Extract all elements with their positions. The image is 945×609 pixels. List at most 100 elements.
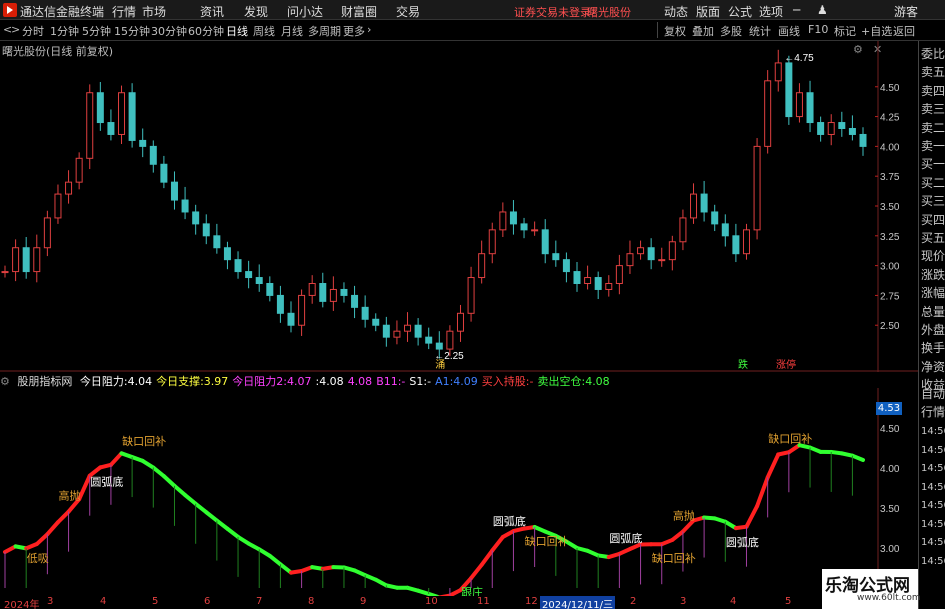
- settings-icon[interactable]: ⚙: [0, 375, 10, 388]
- candle-body: [531, 229, 539, 232]
- tab-period-1m[interactable]: 1分钟: [50, 23, 79, 39]
- btn-overlay[interactable]: 叠加: [692, 23, 714, 39]
- menu-dynamic[interactable]: 动态: [664, 3, 688, 20]
- candle-body: [562, 259, 570, 273]
- stock-name-link[interactable]: 曙光股份: [587, 4, 631, 20]
- sidebar-item[interactable]: 涨跌: [921, 266, 945, 283]
- sidebar-item[interactable]: 买一: [921, 155, 945, 172]
- menu-quotes[interactable]: 行情: [112, 3, 136, 20]
- sidebar-item[interactable]: 14:56: [921, 556, 945, 567]
- sidebar-item[interactable]: 净资: [921, 358, 945, 375]
- sidebar-item[interactable]: 14:56: [921, 500, 945, 511]
- sidebar-item[interactable]: 买二: [921, 174, 945, 191]
- candle-body: [213, 235, 221, 249]
- time-tick-label: 11: [477, 596, 490, 607]
- menu-formula[interactable]: 公式: [728, 3, 752, 20]
- sidebar-item[interactable]: 卖四: [921, 82, 945, 99]
- indicator-annotation: 圆弧底: [609, 531, 642, 545]
- indicator-annotation: 缺口回补: [525, 534, 569, 548]
- sidebar-item[interactable]: 换手: [921, 339, 945, 356]
- btn-mark[interactable]: 标记: [834, 23, 856, 39]
- tab-period-more[interactable]: 更多: [343, 23, 365, 39]
- btn-multi-stock[interactable]: 多股: [720, 23, 742, 39]
- indicator-header: ⚙ 股朋指标网 今日阻力:4.04 今日支撑:3.97 今日阻力2:4.07:4.0…: [0, 373, 918, 389]
- trend-line-segment: [278, 562, 293, 575]
- guest-label[interactable]: 游客: [894, 3, 918, 20]
- menu-layout[interactable]: 版面: [696, 3, 720, 20]
- sidebar-item[interactable]: 卖三: [921, 100, 945, 117]
- btn-adjust[interactable]: 复权: [664, 23, 686, 39]
- sidebar-item[interactable]: 买四: [921, 211, 945, 228]
- btn-f10[interactable]: F10: [808, 23, 828, 36]
- sidebar-item[interactable]: 涨幅: [921, 284, 945, 301]
- sidebar-item[interactable]: 自动: [921, 385, 945, 402]
- menu-wealth[interactable]: 财富圈: [341, 3, 377, 20]
- tab-period-day[interactable]: 日线: [226, 23, 248, 39]
- btn-add-watchlist[interactable]: +自选: [861, 23, 892, 39]
- candle-body: [626, 253, 634, 267]
- indicator-name[interactable]: 股朋指标网: [17, 375, 72, 388]
- tab-period-30m[interactable]: 30分钟: [151, 23, 187, 39]
- sidebar-item[interactable]: 现价: [921, 247, 945, 264]
- sidebar-item[interactable]: 14:56: [921, 463, 945, 474]
- next-arrow-icon[interactable]: >: [11, 23, 20, 36]
- indicator-annotation: 高抛: [59, 489, 81, 503]
- tab-period-60m[interactable]: 60分钟: [188, 23, 224, 39]
- trend-line-segment: [469, 562, 484, 581]
- tab-period-multi[interactable]: 多周期: [308, 23, 341, 39]
- menu-discover[interactable]: 发现: [244, 3, 268, 20]
- candle-body: [139, 139, 147, 147]
- sidebar-item[interactable]: 14:56: [921, 445, 945, 456]
- candlestick-chart[interactable]: 4.50 4.25 4.00 3.75 3.50 3.25 3.00 2.75 2.50 ←4.7…: [0, 41, 918, 372]
- tab-period-week[interactable]: 周线: [253, 23, 275, 39]
- sidebar-item[interactable]: 买三: [921, 192, 945, 209]
- tab-period-month[interactable]: 月线: [281, 23, 303, 39]
- sidebar-item[interactable]: 14:56: [921, 537, 945, 548]
- sidebar-item[interactable]: 行情: [921, 403, 945, 420]
- btn-back[interactable]: 返回: [893, 23, 915, 39]
- sidebar-item[interactable]: 外盘: [921, 321, 945, 338]
- time-tick-label: 4: [100, 596, 107, 607]
- sidebar-item[interactable]: 买五: [921, 229, 945, 246]
- minimize-icon[interactable]: ─: [793, 3, 800, 17]
- drop-marker: 跌: [738, 358, 748, 371]
- sidebar-item[interactable]: 14:56: [921, 482, 945, 493]
- btn-stats[interactable]: 统计: [749, 23, 771, 39]
- sidebar-item[interactable]: 卖二: [921, 119, 945, 136]
- trend-line-segment: [161, 474, 177, 488]
- candle-body: [584, 277, 592, 285]
- alert-icon[interactable]: ♟: [817, 3, 828, 17]
- trend-line-segment: [204, 510, 219, 523]
- candle-body: [552, 253, 560, 261]
- sidebar-item[interactable]: 卖一: [921, 137, 945, 154]
- quote-sidebar: 委比 卖五 卖四 卖三 卖二 卖一 买一 买二 买三 买四 买五 现价 涨跌 涨幅 总量 外盘 换手 净资 收益 自动…: [918, 41, 945, 609]
- tab-period-tick[interactable]: 分时: [22, 23, 44, 39]
- sidebar-item[interactable]: 14:56: [921, 426, 945, 437]
- menu-trade[interactable]: 交易: [396, 3, 420, 20]
- time-tick-label: 12: [525, 596, 538, 607]
- menu-market[interactable]: 市场: [142, 3, 166, 20]
- time-tick-label: 4: [730, 596, 737, 607]
- candle-body: [298, 294, 306, 326]
- menu-ask[interactable]: 问小达: [287, 3, 323, 20]
- menu-news[interactable]: 资讯: [200, 3, 224, 20]
- btn-draw[interactable]: 画线: [778, 23, 800, 39]
- more-chevron-icon[interactable]: ›: [367, 23, 371, 36]
- sidebar-item[interactable]: 14:56: [921, 519, 945, 530]
- tab-period-5m[interactable]: 5分钟: [82, 23, 111, 39]
- login-status[interactable]: 证券交易未登录: [514, 4, 591, 20]
- menu-options[interactable]: 选项: [759, 3, 783, 20]
- sidebar-item[interactable]: 总量: [921, 303, 945, 320]
- trend-line-segment: [214, 518, 230, 531]
- candle-body: [54, 193, 62, 219]
- indicator-annotation: 高抛: [673, 509, 695, 523]
- time-tick-label: 10: [425, 596, 438, 607]
- candle-body: [22, 247, 30, 273]
- trend-line-segment: [108, 451, 124, 467]
- indicator-chart[interactable]: 4.504.003.503.00低吸高抛圆弧底缺口回补跟庄圆弧底缺口回补 圆弧底缺…: [0, 388, 918, 596]
- candle-body: [774, 62, 782, 82]
- current-price-badge: 4.53: [876, 402, 902, 415]
- tab-period-15m[interactable]: 15分钟: [114, 23, 150, 39]
- sidebar-item[interactable]: 委比: [921, 45, 945, 62]
- sidebar-item[interactable]: 卖五: [921, 63, 945, 80]
